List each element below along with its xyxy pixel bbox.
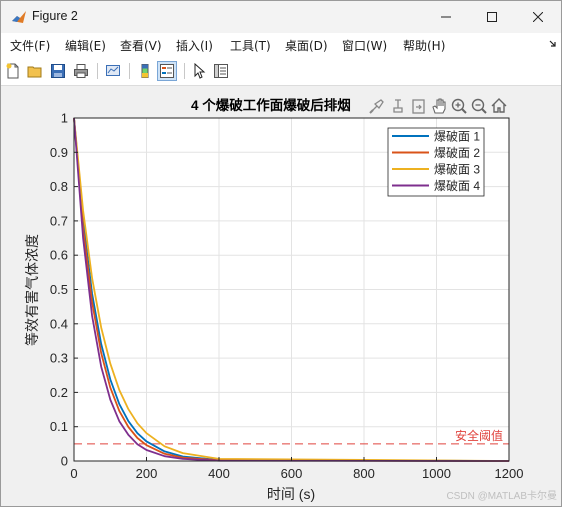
zoom-out-button[interactable] [471,98,487,114]
link-plot-icon [106,65,120,76]
close-button[interactable] [515,1,561,33]
y-tick-label: 0.3 [50,351,68,366]
window-title: Figure 2 [32,9,78,23]
y-tick-label: 0.9 [50,145,68,160]
x-tick-label: 400 [208,466,230,481]
save-button[interactable] [48,61,68,81]
maximize-button[interactable] [469,1,515,33]
watermark: CSDN @MATLAB卡尔曼 [446,489,557,502]
y-tick-label: 0 [61,454,68,469]
edit-plot-button[interactable] [189,61,209,81]
threshold-label: 安全阈值 [455,428,503,443]
x-tick-label: 1000 [422,466,451,481]
toolbar-separator [97,63,98,79]
brush-button[interactable] [369,99,384,114]
open-file-icon [27,66,42,78]
legend-label-1: 爆破面 1 [434,129,480,144]
x-tick-label: 1200 [495,466,524,481]
menu-tools[interactable]: 工具(T) [230,37,271,54]
property-editor-button[interactable] [211,61,231,81]
colorbar-button[interactable] [135,61,155,81]
y-tick-label: 0.8 [50,179,68,194]
figure-window: Figure 2 文件(F) 编辑(E) 查看(V) 插入(I) 工具(T) 桌… [0,0,562,507]
x-axis-label: 时间 (s) [267,486,315,502]
data-tip-icon [393,99,403,113]
legend[interactable]: 爆破面 1爆破面 2 爆破面 3爆破面 4 [387,127,485,197]
legend-label-4: 爆破面 4 [434,178,480,193]
new-figure-button[interactable] [3,61,23,81]
title-bar: Figure 2 [1,1,561,33]
axes-toolbar [369,98,507,114]
menu-insert[interactable]: 插入(I) [176,37,213,54]
legend-button[interactable] [157,61,177,81]
x-tick-label: 600 [281,466,303,481]
y-tick-label: 0.4 [50,316,68,331]
save-icon [51,64,65,78]
brush-icon [369,99,384,114]
minimize-button[interactable] [423,1,469,33]
link-plot-button[interactable] [103,61,123,81]
y-tick-label: 0.1 [50,419,68,434]
maximize-icon [487,12,497,22]
y-tick-label: 0.7 [50,213,68,228]
export-button[interactable] [412,99,425,114]
new-figure-icon [6,63,19,79]
y-axis-label: 等效有害气体浓度 [24,234,40,346]
print-button[interactable] [71,61,91,81]
y-tick-label: 0.2 [50,385,68,400]
property-editor-icon [214,64,228,78]
x-tick-label: 200 [136,466,158,481]
x-tick-label: 0 [70,466,77,481]
menu-bar: 文件(F) 编辑(E) 查看(V) 插入(I) 工具(T) 桌面(D) 窗口(W… [1,33,561,57]
pan-icon [432,98,446,114]
menu-desktop[interactable]: 桌面(D) [285,37,328,54]
zoom-in-button[interactable] [451,98,467,114]
menu-file[interactable]: 文件(F) [10,37,50,54]
y-tick-label: 0.5 [50,282,68,297]
toolbar-separator [129,63,130,79]
pan-button[interactable] [432,98,446,114]
menu-window[interactable]: 窗口(W) [342,37,387,54]
zoom-in-icon [451,98,467,114]
dock-arrow-icon[interactable] [549,40,557,48]
legend-label-2: 爆破面 2 [434,145,480,160]
zoom-out-icon [471,98,487,114]
chart-title: 4 个爆破工作面爆破后排烟 [191,97,351,113]
open-button[interactable] [25,61,45,81]
figure-canvas: 安全阈值 0 200 400 600 800 1000 1200 0 0.1 0.2 0.3 0.4… [1,86,561,506]
home-icon [491,98,507,113]
y-tick-label: 0.6 [50,248,68,263]
x-tick-label: 800 [353,466,375,481]
y-tick-label: 1 [61,111,68,126]
data-tip-button[interactable] [393,99,403,113]
home-button[interactable] [491,98,507,113]
pointer-icon [194,63,206,79]
minimize-icon [441,16,451,18]
menu-view[interactable]: 查看(V) [120,37,162,54]
legend-icon [160,64,174,78]
print-icon [74,64,88,78]
legend-label-3: 爆破面 3 [434,162,480,177]
close-icon [533,12,543,22]
menu-edit[interactable]: 编辑(E) [65,37,106,54]
figure-toolbar [1,57,561,86]
plot-svg[interactable]: 安全阈值 0 200 400 600 800 1000 1200 0 0.1 0.2 0.3 0.4… [1,86,561,506]
export-icon [412,99,425,114]
colorbar-icon [141,64,149,78]
menu-help[interactable]: 帮助(H) [403,37,445,54]
toolbar-separator [184,63,185,79]
title-clip: 4 个爆破工作面爆破后排烟 [191,97,351,113]
matlab-logo-icon [12,11,26,23]
